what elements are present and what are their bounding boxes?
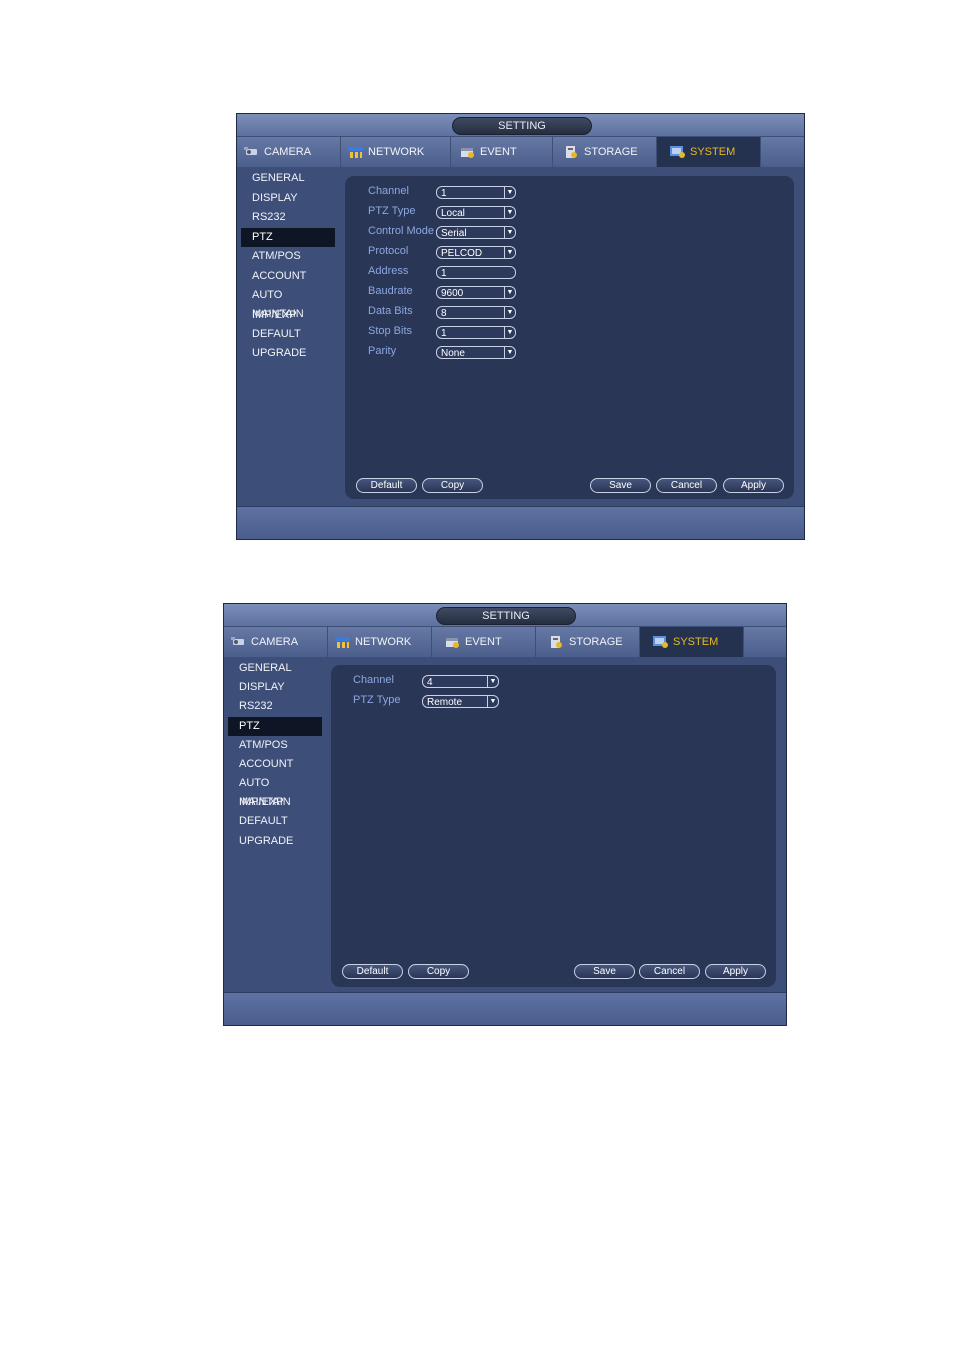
storage-icon [548, 635, 565, 649]
tab-event[interactable]: EVENT [451, 137, 553, 167]
system-icon [669, 145, 686, 159]
sidebar-item-default[interactable]: DEFAULT [241, 325, 335, 344]
system-icon [652, 635, 669, 649]
tab-storage[interactable]: STORAGE [553, 137, 657, 167]
chevron-down-icon: ▼ [504, 327, 515, 338]
chevron-down-icon: ▼ [504, 207, 515, 218]
ptz-settings-panel: Channel 4 ▼ PTZ Type Remote ▼ Default Copy… [331, 665, 776, 987]
channel-select[interactable]: 1 ▼ [436, 186, 516, 199]
sidebar-item-general[interactable]: GENERAL [228, 659, 322, 678]
bottom-bar [224, 992, 786, 1025]
window-title: SETTING [452, 117, 592, 135]
sidebar-item-atm-pos[interactable]: ATM/POS [241, 247, 335, 266]
apply-button[interactable]: Apply [705, 964, 766, 979]
sidebar-item-account[interactable]: ACCOUNT [228, 755, 322, 774]
ptz-type-select[interactable]: Remote ▼ [422, 695, 499, 708]
event-icon [444, 635, 461, 649]
copy-button[interactable]: Copy [408, 964, 469, 979]
parity-label: Parity [368, 345, 397, 357]
sidebar: GENERAL DISPLAY RS232 PTZ ATM/POS ACCOUN… [224, 658, 326, 992]
save-button[interactable]: Save [574, 964, 635, 979]
network-icon [347, 145, 364, 159]
sidebar-item-imp-exp[interactable]: IMP/EXP [241, 306, 335, 325]
sidebar-item-display[interactable]: DISPLAY [228, 678, 322, 697]
tab-storage[interactable]: STORAGE [536, 627, 640, 657]
sidebar-item-general[interactable]: GENERAL [241, 169, 335, 188]
sidebar-item-auto-maintain[interactable]: AUTO MAINTAIN [228, 774, 322, 808]
title-bar: SETTING [224, 604, 786, 626]
tab-network[interactable]: NETWORK [328, 627, 432, 657]
sidebar-item-rs232[interactable]: RS232 [228, 697, 322, 716]
chevron-down-icon: ▼ [504, 287, 515, 298]
default-button[interactable]: Default [356, 478, 417, 493]
chevron-down-icon: ▼ [487, 696, 498, 707]
address-input[interactable]: 1 [436, 266, 516, 279]
chevron-down-icon: ▼ [504, 347, 515, 358]
ptz-settings-panel: Channel 1 ▼ PTZ Type Local ▼ Control Mode … [345, 176, 794, 499]
tab-camera[interactable]: CAMERA [224, 627, 328, 657]
tab-camera[interactable]: CAMERA [237, 137, 341, 167]
chevron-down-icon: ▼ [504, 307, 515, 318]
ptz-settings-window-remote: SETTING CAMERA NETWORK EVENT STORAGE SYS… [223, 603, 787, 1026]
control-mode-label: Control Mode [368, 225, 435, 237]
storage-icon [563, 145, 580, 159]
chevron-down-icon: ▼ [487, 676, 498, 687]
baudrate-select[interactable]: 9600 ▼ [436, 286, 516, 299]
tab-network[interactable]: NETWORK [341, 137, 451, 167]
control-mode-select[interactable]: Serial ▼ [436, 226, 516, 239]
baudrate-label: Baudrate [368, 285, 413, 297]
address-label: Address [368, 265, 409, 277]
save-button[interactable]: Save [590, 478, 651, 493]
network-icon [334, 635, 351, 649]
ptz-type-label: PTZ Type [353, 694, 401, 706]
ptz-settings-window-local: SETTING CAMERA NETWORK EVENT STORAGE SYS… [236, 113, 805, 540]
sidebar-item-upgrade[interactable]: UPGRADE [241, 344, 335, 363]
ptz-type-label: PTZ Type [368, 205, 416, 217]
title-bar: SETTING [237, 114, 804, 136]
cancel-button[interactable]: Cancel [656, 478, 717, 493]
tab-system[interactable]: SYSTEM [640, 627, 744, 657]
data-bits-label: Data Bits [368, 305, 413, 317]
stop-bits-label: Stop Bits [368, 325, 413, 337]
sidebar-item-ptz[interactable]: PTZ [241, 228, 335, 247]
default-button[interactable]: Default [342, 964, 403, 979]
chevron-down-icon: ▼ [504, 247, 515, 258]
tab-system[interactable]: SYSTEM [657, 137, 761, 167]
data-bits-select[interactable]: 8 ▼ [436, 306, 516, 319]
ptz-type-select[interactable]: Local ▼ [436, 206, 516, 219]
camera-icon [230, 635, 247, 649]
sidebar-item-imp-exp[interactable]: IMP/EXP [228, 793, 322, 812]
chevron-down-icon: ▼ [504, 227, 515, 238]
sidebar-item-upgrade[interactable]: UPGRADE [228, 832, 322, 851]
apply-button[interactable]: Apply [723, 478, 784, 493]
window-title: SETTING [436, 607, 576, 625]
sidebar: GENERAL DISPLAY RS232 PTZ ATM/POS ACCOUN… [237, 168, 339, 506]
copy-button[interactable]: Copy [422, 478, 483, 493]
sidebar-item-default[interactable]: DEFAULT [228, 812, 322, 831]
sidebar-item-atm-pos[interactable]: ATM/POS [228, 736, 322, 755]
protocol-label: Protocol [368, 245, 409, 257]
channel-select[interactable]: 4 ▼ [422, 675, 499, 688]
bottom-bar [237, 506, 804, 539]
channel-label: Channel [353, 674, 394, 686]
stop-bits-select[interactable]: 1 ▼ [436, 326, 516, 339]
parity-select[interactable]: None ▼ [436, 346, 516, 359]
tab-event[interactable]: EVENT [432, 627, 536, 657]
protocol-select[interactable]: PELCOD ▼ [436, 246, 516, 259]
sidebar-item-rs232[interactable]: RS232 [241, 208, 335, 227]
sidebar-item-account[interactable]: ACCOUNT [241, 267, 335, 286]
camera-icon [243, 145, 260, 159]
channel-label: Channel [368, 185, 409, 197]
main-tab-bar: CAMERA NETWORK EVENT STORAGE SYSTEM [237, 137, 804, 167]
main-tab-bar: CAMERA NETWORK EVENT STORAGE SYSTEM [224, 627, 786, 657]
cancel-button[interactable]: Cancel [639, 964, 700, 979]
sidebar-item-display[interactable]: DISPLAY [241, 189, 335, 208]
sidebar-item-auto-maintain[interactable]: AUTO MAINTAIN [241, 286, 335, 320]
event-icon [459, 145, 476, 159]
sidebar-item-ptz[interactable]: PTZ [228, 717, 322, 736]
chevron-down-icon: ▼ [504, 187, 515, 198]
